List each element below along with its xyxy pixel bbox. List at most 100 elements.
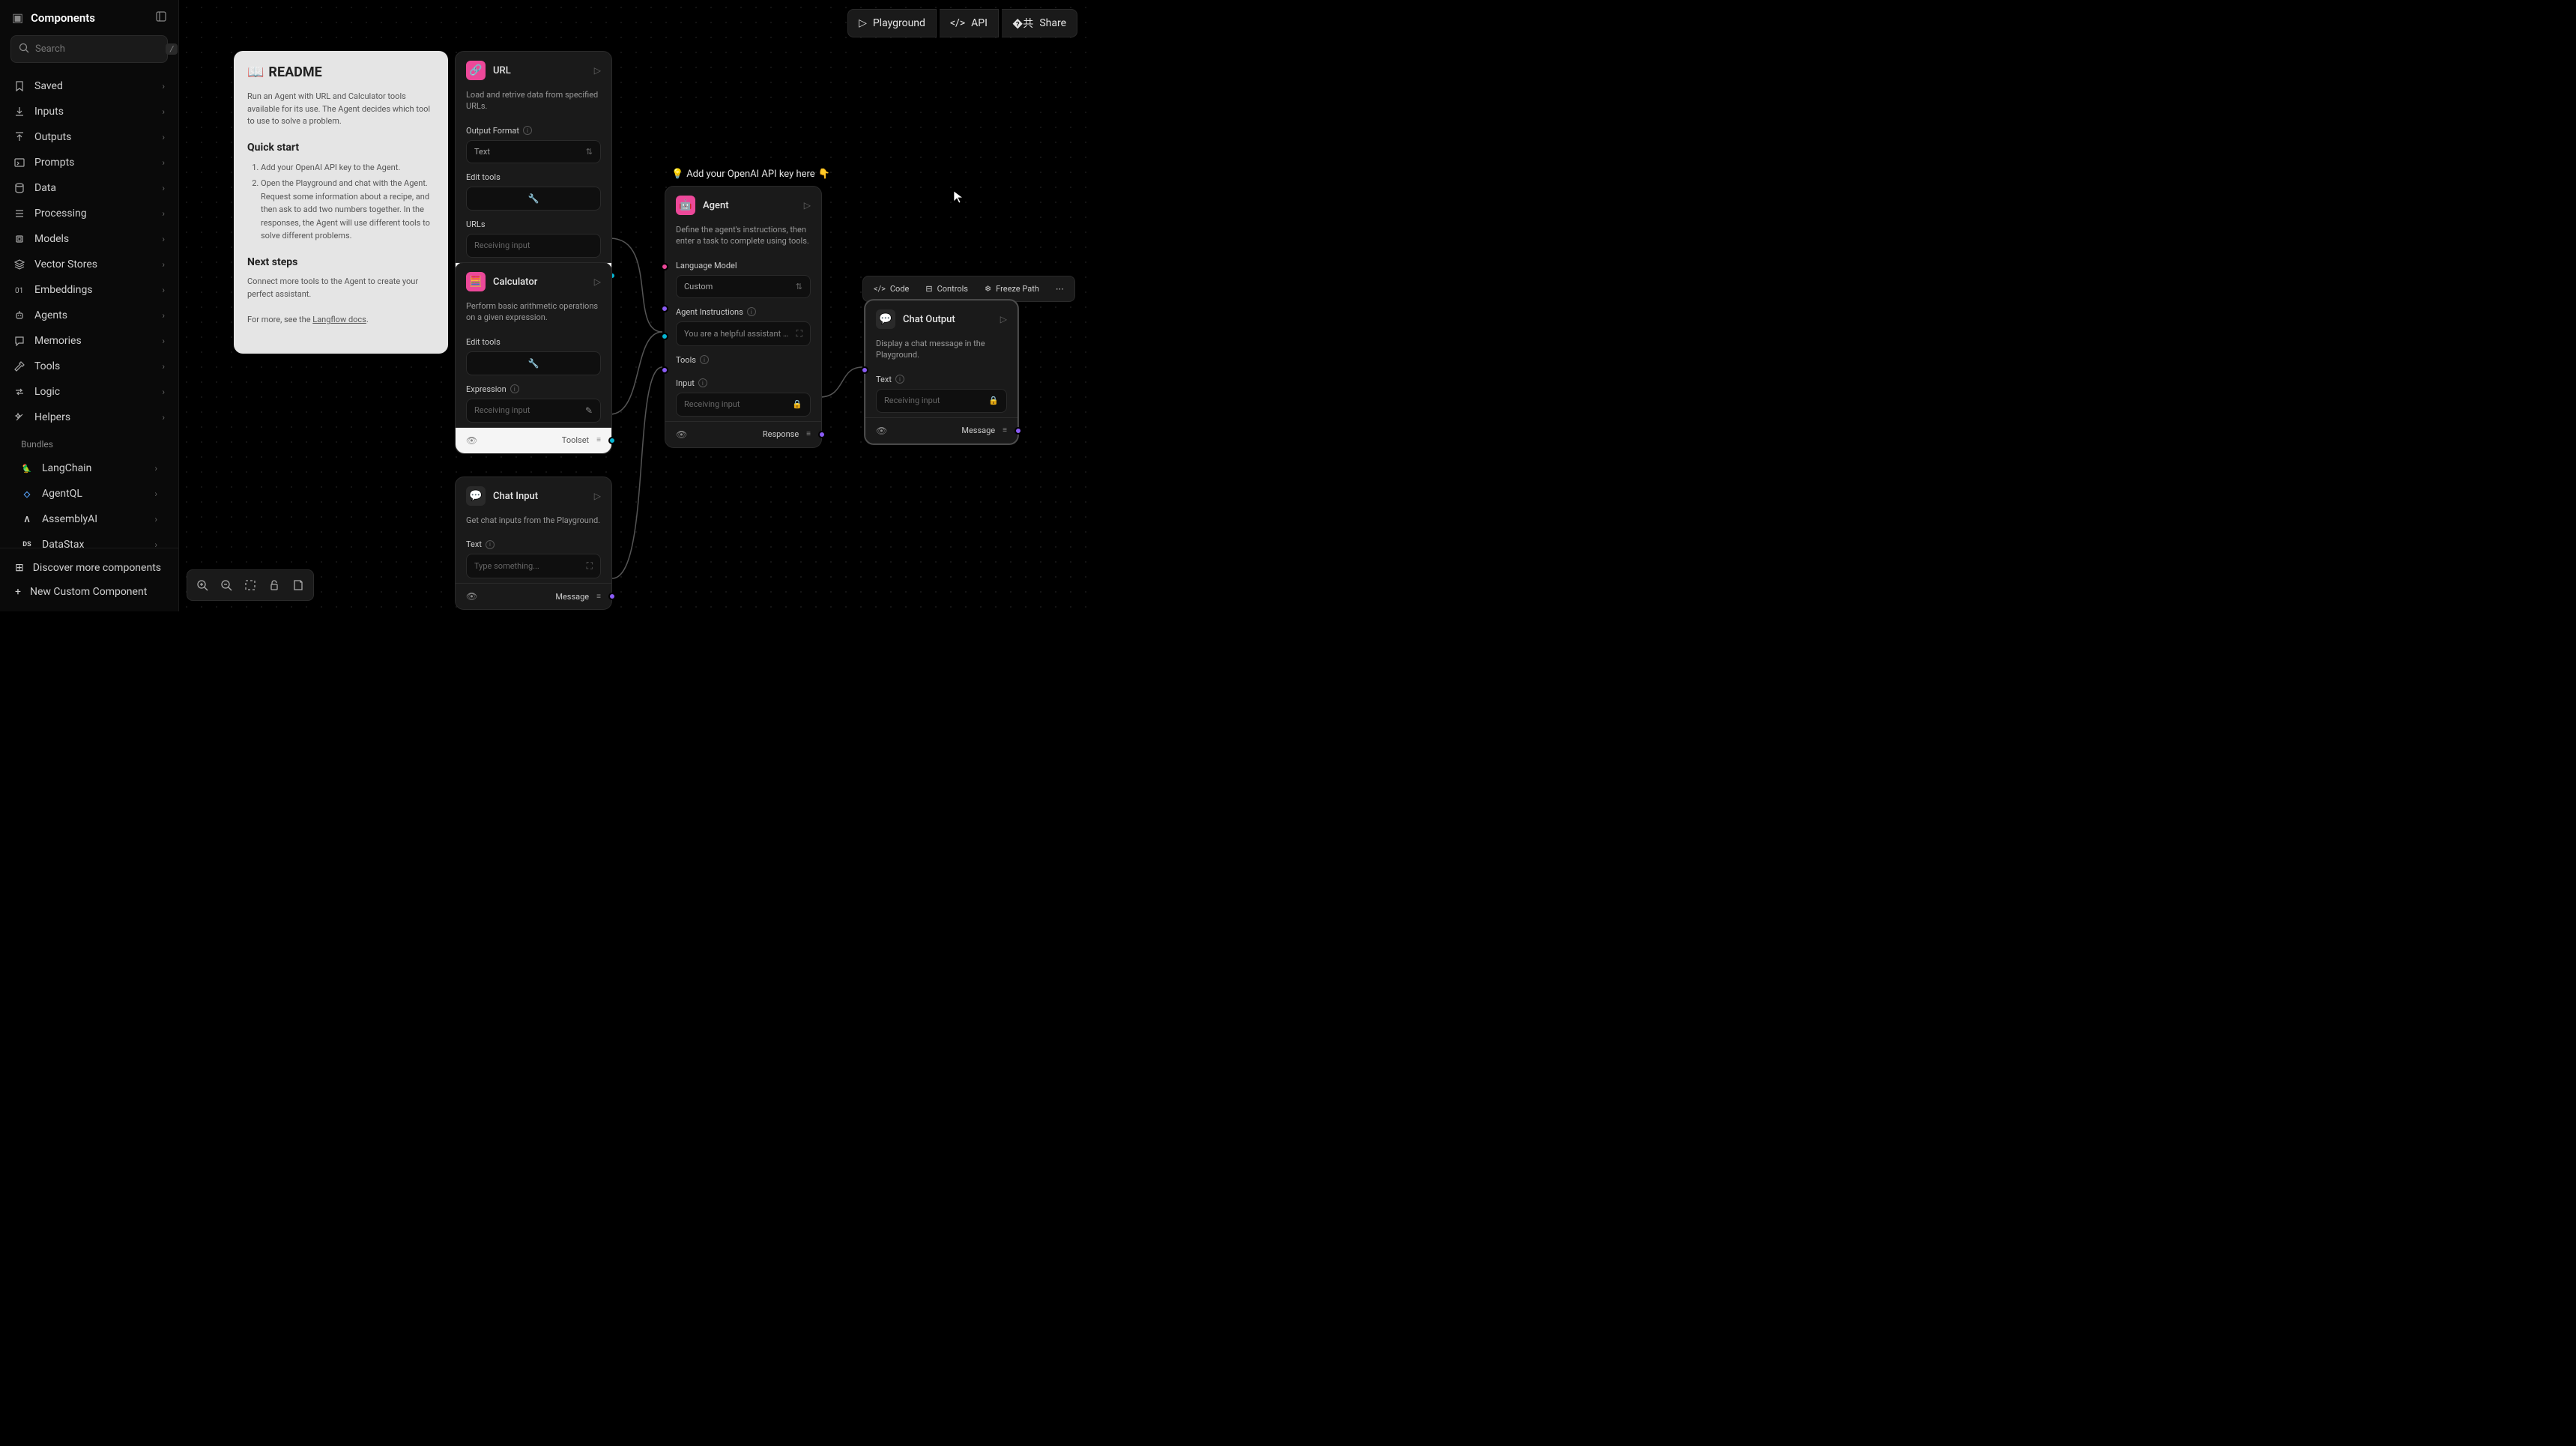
freeze-path-button[interactable]: ❄Freeze Path: [977, 279, 1047, 298]
search-input-wrap[interactable]: /: [10, 35, 168, 63]
lock-button[interactable]: [262, 573, 286, 597]
instructions-input[interactable]: You are a helpful assistant that ca⛶: [676, 321, 811, 346]
sidebar-item-models[interactable]: Models›: [7, 226, 171, 252]
info-icon[interactable]: i: [510, 384, 519, 393]
output-port[interactable]: [608, 593, 616, 600]
lang-model-select[interactable]: Custom⇅: [676, 275, 811, 298]
output-port[interactable]: [1015, 427, 1022, 435]
eye-icon[interactable]: 👁: [466, 435, 477, 446]
sidebar-item-helpers[interactable]: Helpers›: [7, 405, 171, 430]
instructions-port[interactable]: [661, 305, 668, 312]
eye-icon[interactable]: 👁: [466, 591, 477, 602]
edit-tools-button[interactable]: 🔧: [466, 187, 601, 211]
chevron-right-icon: ›: [162, 285, 165, 295]
readme-node[interactable]: 📖README Run an Agent with URL and Calcul…: [234, 51, 448, 354]
next-steps-text: Connect more tools to the Agent to creat…: [247, 276, 435, 300]
info-icon[interactable]: i: [747, 307, 756, 316]
more-button[interactable]: ⋯: [1048, 279, 1071, 298]
eye-icon[interactable]: 👁: [876, 426, 887, 436]
readme-title: 📖README: [247, 64, 435, 80]
new-custom-component-button[interactable]: +New Custom Component: [10, 580, 168, 604]
run-button[interactable]: ▷: [594, 65, 601, 76]
lock-icon: 🔒: [792, 399, 802, 409]
run-button[interactable]: ▷: [1000, 314, 1007, 324]
share-button[interactable]: �共Share: [1002, 9, 1077, 37]
sidebar-item-prompts[interactable]: Prompts›: [7, 150, 171, 175]
response-output-label: Response: [763, 429, 799, 439]
bundle-agentql[interactable]: ◇AgentQL›: [15, 481, 163, 506]
sidebar-item-logic[interactable]: Logic›: [7, 379, 171, 405]
text-port[interactable]: [861, 366, 868, 374]
edit-tools-button[interactable]: 🔧: [466, 351, 601, 375]
bundle-assemblyai[interactable]: ΛAssemblyAI›: [15, 506, 163, 532]
chevron-right-icon: ›: [162, 336, 165, 346]
category-list: Saved› Inputs› Outputs› Prompts› Data› P…: [0, 70, 178, 548]
url-node-title: URL: [493, 65, 511, 76]
sidebar-item-vector-stores[interactable]: Vector Stores›: [7, 252, 171, 277]
search-icon: [19, 42, 29, 56]
chat-output-node[interactable]: 💬Chat Output▷ Display a chat message in …: [865, 300, 1018, 444]
chat-input-node[interactable]: 💬Chat Input▷ Get chat inputs from the Pl…: [455, 477, 612, 610]
sidebar-item-outputs[interactable]: Outputs›: [7, 124, 171, 150]
input-port[interactable]: [661, 366, 668, 374]
bundle-datastax[interactable]: DSDataStax›: [15, 532, 163, 548]
info-icon[interactable]: i: [895, 375, 904, 384]
info-icon[interactable]: i: [486, 540, 495, 549]
url-node[interactable]: 🔗URL▷ Load and retrive data from specifi…: [455, 51, 612, 289]
sidebar-item-tools[interactable]: Tools›: [7, 354, 171, 379]
run-button[interactable]: ▷: [594, 276, 601, 287]
run-button[interactable]: ▷: [594, 491, 601, 501]
collapse-sidebar-icon[interactable]: [156, 10, 166, 25]
quick-start-steps: Add your OpenAI API key to the Agent. Op…: [247, 161, 435, 243]
database-icon: [13, 182, 25, 194]
bundle-langchain[interactable]: 🦜LangChain›: [15, 456, 163, 481]
chevron-right-icon: ›: [162, 387, 165, 397]
edit-icon[interactable]: ✎: [585, 405, 593, 416]
binary-icon: 01: [13, 284, 25, 296]
info-icon[interactable]: i: [700, 355, 709, 364]
lang-model-port[interactable]: [661, 263, 668, 270]
expand-icon[interactable]: ⛶: [796, 328, 802, 339]
sidebar-item-data[interactable]: Data›: [7, 175, 171, 201]
zoom-out-button[interactable]: [214, 573, 238, 597]
output-format-select[interactable]: Text⇅: [466, 140, 601, 163]
controls-button[interactable]: ⊟Controls: [918, 279, 976, 298]
playground-button[interactable]: ▷Playground: [847, 9, 937, 37]
chevron-updown-icon: ⇅: [796, 282, 802, 291]
text-input[interactable]: Receiving input🔒: [876, 389, 1007, 413]
sidebar-item-embeddings[interactable]: 01Embeddings›: [7, 277, 171, 303]
flow-canvas[interactable]: 📖README Run an Agent with URL and Calcul…: [179, 0, 1091, 611]
zoom-in-button[interactable]: [190, 573, 214, 597]
calculator-node[interactable]: 🧮Calculator▷ Perform basic arithmetic op…: [455, 262, 612, 454]
more-icon: ⋯: [1056, 284, 1064, 294]
terminal-icon: [13, 157, 25, 169]
urls-input[interactable]: Receiving input: [466, 234, 601, 258]
tools-port[interactable]: [661, 333, 668, 340]
search-input[interactable]: [35, 43, 160, 55]
expand-icon[interactable]: ⛶: [587, 560, 593, 572]
sidebar-item-saved[interactable]: Saved›: [7, 73, 171, 99]
info-icon[interactable]: i: [523, 126, 532, 135]
fit-view-button[interactable]: [238, 573, 262, 597]
agent-input[interactable]: Receiving input🔒: [676, 393, 811, 417]
output-port[interactable]: [818, 431, 826, 438]
code-button[interactable]: </>Code: [866, 279, 916, 298]
sidebar-item-memories[interactable]: Memories›: [7, 328, 171, 354]
info-icon[interactable]: i: [698, 378, 707, 387]
tools-label: Tools: [676, 355, 696, 365]
api-button[interactable]: </>API: [940, 9, 999, 37]
discover-components-button[interactable]: ⊞Discover more components: [10, 556, 168, 580]
eye-icon[interactable]: 👁: [676, 429, 687, 440]
run-button[interactable]: ▷: [804, 200, 811, 211]
chat-output-icon: 💬: [876, 309, 895, 329]
list-icon: ≡: [806, 430, 811, 438]
sidebar-item-inputs[interactable]: Inputs›: [7, 99, 171, 124]
notes-button[interactable]: [286, 573, 310, 597]
sidebar-item-processing[interactable]: Processing›: [7, 201, 171, 226]
langflow-docs-link[interactable]: Langflow docs: [312, 315, 366, 324]
agent-node[interactable]: 🤖Agent▷ Define the agent's instructions,…: [665, 186, 822, 448]
expression-input[interactable]: Receiving input✎: [466, 399, 601, 423]
output-port[interactable]: [608, 437, 616, 444]
text-input[interactable]: Type something...⛶: [466, 554, 601, 578]
sidebar-item-agents[interactable]: Agents›: [7, 303, 171, 328]
